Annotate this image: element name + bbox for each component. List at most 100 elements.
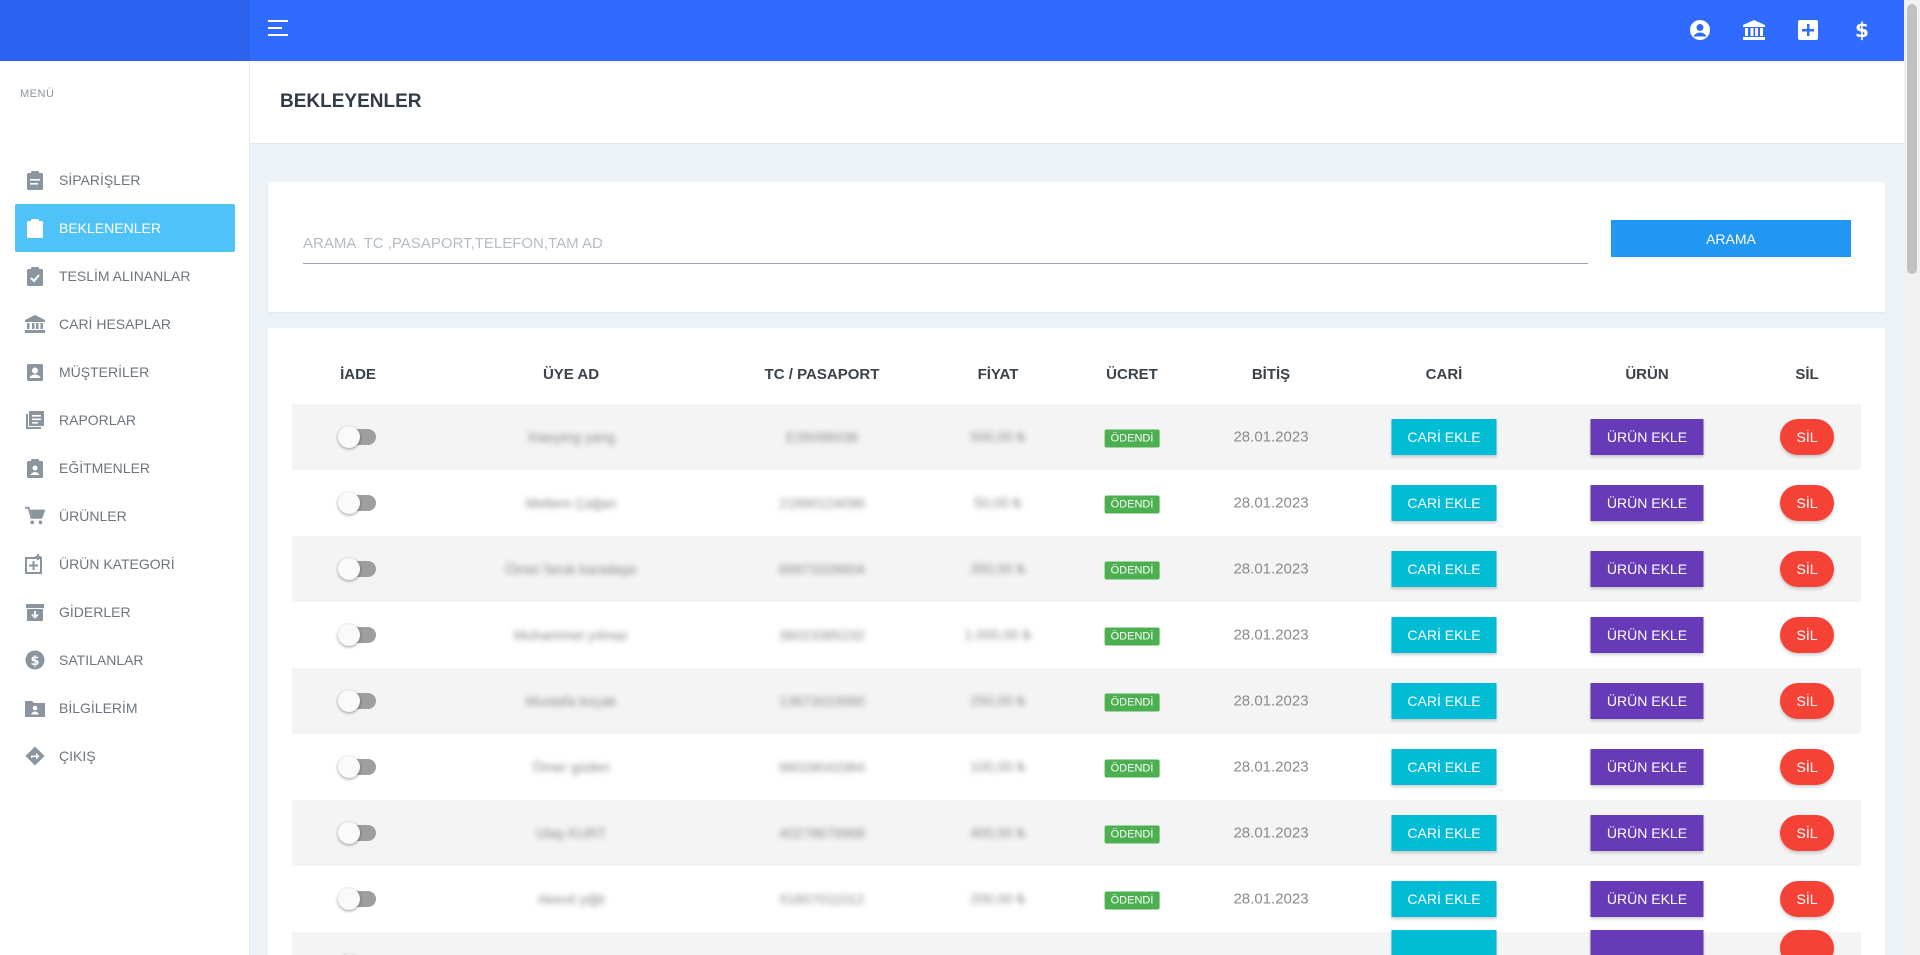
- cari-ekle-button[interactable]: CARİ EKLE: [1391, 881, 1497, 917]
- dollar-icon[interactable]: $: [1850, 16, 1874, 44]
- cari-ekle-button[interactable]: CARİ EKLE: [1391, 815, 1497, 851]
- urun-ekle-button[interactable]: ÜRÜN EKLE: [1590, 485, 1704, 521]
- iade-switch[interactable]: [338, 888, 376, 910]
- sil-button[interactable]: SİL: [1780, 881, 1834, 917]
- iade-toggle[interactable]: [338, 492, 376, 514]
- payment-status-badge: ÖDENDİ: [1104, 627, 1160, 646]
- sidebar-item-label: BEKLENENLER: [59, 220, 161, 236]
- column-header-urun[interactable]: ÜRÜN: [1625, 366, 1668, 383]
- sidebar-item-label: EĞİTMENLER: [59, 460, 151, 476]
- sidebar-item[interactable]: CARİ HESAPLAR: [15, 300, 235, 348]
- search-button[interactable]: ARAMA: [1611, 220, 1851, 257]
- cari-ekle-button[interactable]: CARİ EKLE: [1391, 617, 1497, 653]
- table-row: Xiaoying yang E26096038 500,00 ₺ ÖDENDİ 28.0…: [292, 404, 1861, 470]
- sidebar-item[interactable]: EĞİTMENLER: [15, 444, 235, 492]
- member-name: Ömer faruk karadaşe: [505, 561, 637, 577]
- iade-toggle[interactable]: [338, 756, 376, 778]
- user-circle-icon[interactable]: [1688, 16, 1712, 44]
- cari-ekle-button[interactable]: CARİ EKLE: [1391, 749, 1497, 785]
- sidebar-item[interactable]: SİPARİŞLER: [15, 156, 235, 204]
- urun-ekle-button[interactable]: ÜRÜN EKLE: [1590, 617, 1704, 653]
- sidebar-item[interactable]: MÜŞTERİLER: [15, 348, 235, 396]
- cari-ekle-button[interactable]: CARİ EKLE: [1391, 485, 1497, 521]
- bank-icon[interactable]: [1742, 16, 1766, 44]
- table-header: İADE ÜYE AD TC / PASAPORT FİYAT ÜCRET Bİ…: [292, 366, 1861, 396]
- sil-button[interactable]: [1780, 930, 1834, 955]
- column-header-bitis[interactable]: BİTİŞ: [1252, 366, 1290, 383]
- urun-ekle-button[interactable]: ÜRÜN EKLE: [1590, 815, 1704, 851]
- table-row: Ömer faruk karadaşe 69973328604 350,00 ₺ ÖD…: [292, 536, 1861, 602]
- iade-toggle[interactable]: [338, 558, 376, 580]
- sil-button[interactable]: SİL: [1780, 749, 1834, 785]
- iade-toggle[interactable]: [338, 888, 376, 910]
- sidebar-item[interactable]: $ SATILANLAR: [15, 636, 235, 684]
- cari-ekle-button[interactable]: CARİ EKLE: [1391, 551, 1497, 587]
- iade-switch[interactable]: [338, 558, 376, 580]
- urun-ekle-button[interactable]: ÜRÜN EKLE: [1590, 419, 1704, 455]
- table-row: Meltem Çağan 21890124096 50,00 ₺ ÖDENDİ 28.0…: [292, 470, 1861, 536]
- sidebar-item[interactable]: BEKLENENLER: [15, 204, 235, 252]
- column-header-iade[interactable]: İADE: [340, 366, 376, 383]
- iade-toggle[interactable]: [338, 690, 376, 712]
- sil-button[interactable]: SİL: [1780, 551, 1834, 587]
- table-row: Ömer güden 66028043364 100,00 ₺ ÖDENDİ 28.01…: [292, 734, 1861, 800]
- clipboard-user-icon: [25, 458, 45, 478]
- category-plus-icon: [25, 554, 45, 574]
- urun-ekle-button[interactable]: ÜRÜN EKLE: [1590, 683, 1704, 719]
- sidebar-item[interactable]: TESLİM ALINANLAR: [15, 252, 235, 300]
- table-row: Muhammet yılmaz 36023385232 1.000,00 ₺ ÖDEN…: [292, 602, 1861, 668]
- payment-status-badge: ÖDENDİ: [1104, 495, 1160, 514]
- cari-ekle-button[interactable]: CARİ EKLE: [1391, 419, 1497, 455]
- table-row: [292, 930, 1861, 955]
- iade-toggle[interactable]: [338, 822, 376, 844]
- urun-ekle-button[interactable]: ÜRÜN EKLE: [1590, 551, 1704, 587]
- sil-button[interactable]: SİL: [1780, 617, 1834, 653]
- sidebar-item[interactable]: ÜRÜN KATEGORİ: [15, 540, 235, 588]
- cari-ekle-button[interactable]: CARİ EKLE: [1391, 683, 1497, 719]
- sil-button[interactable]: SİL: [1780, 419, 1834, 455]
- cari-ekle-button[interactable]: [1391, 930, 1497, 955]
- column-header-cari[interactable]: CARİ: [1426, 366, 1463, 383]
- iade-switch[interactable]: [338, 492, 376, 514]
- search-input[interactable]: [303, 223, 1588, 264]
- column-header-tc[interactable]: TC / PASAPORT: [765, 366, 880, 383]
- sidebar-item[interactable]: ÜRÜNLER: [15, 492, 235, 540]
- column-header-sil[interactable]: SİL: [1795, 366, 1818, 383]
- sidebar-item[interactable]: BİLGİLERİM: [15, 684, 235, 732]
- iade-toggle[interactable]: [338, 426, 376, 448]
- column-header-ucret[interactable]: ÜCRET: [1106, 366, 1158, 383]
- payment-status-badge: ÖDENDİ: [1104, 561, 1160, 580]
- urun-ekle-button[interactable]: [1590, 930, 1704, 955]
- iade-switch[interactable]: [338, 426, 376, 448]
- price: 100,00 ₺: [970, 758, 1026, 775]
- iade-switch[interactable]: [338, 822, 376, 844]
- scrollbar-thumb[interactable]: [1907, 4, 1917, 274]
- iade-switch[interactable]: [338, 690, 376, 712]
- menu-toggle-icon[interactable]: [268, 18, 292, 42]
- price: 1.000,00 ₺: [964, 626, 1032, 643]
- urun-ekle-button[interactable]: ÜRÜN EKLE: [1590, 881, 1704, 917]
- tc-passport: 21890124096: [779, 495, 865, 511]
- iade-toggle[interactable]: [338, 624, 376, 646]
- svg-text:$: $: [1855, 18, 1869, 42]
- column-header-fiyat[interactable]: FİYAT: [978, 366, 1019, 383]
- end-date: 28.01.2023: [1233, 494, 1309, 512]
- payment-status-badge: ÖDENDİ: [1104, 429, 1160, 448]
- plus-square-icon[interactable]: [1796, 16, 1820, 44]
- sidebar-item[interactable]: ÇIKIŞ: [15, 732, 235, 780]
- column-header-uye-ad[interactable]: ÜYE AD: [543, 366, 599, 383]
- member-name: Meltem Çağan: [525, 495, 617, 511]
- page-scrollbar[interactable]: [1904, 0, 1920, 955]
- iade-switch[interactable]: [338, 624, 376, 646]
- member-name: Akevit yiğit: [537, 891, 605, 907]
- sidebar-item-label: BİLGİLERİM: [59, 700, 138, 716]
- table-row: Ulaş KURT 40278679968 400,00 ₺ ÖDENDİ 28.01.…: [292, 800, 1861, 866]
- sidebar-item[interactable]: GİDERLER: [15, 588, 235, 636]
- sil-button[interactable]: SİL: [1780, 485, 1834, 521]
- urun-ekle-button[interactable]: ÜRÜN EKLE: [1590, 749, 1704, 785]
- clipboard-download-icon: [25, 218, 45, 238]
- sidebar-item[interactable]: RAPORLAR: [15, 396, 235, 444]
- iade-switch[interactable]: [338, 756, 376, 778]
- sil-button[interactable]: SİL: [1780, 815, 1834, 851]
- sil-button[interactable]: SİL: [1780, 683, 1834, 719]
